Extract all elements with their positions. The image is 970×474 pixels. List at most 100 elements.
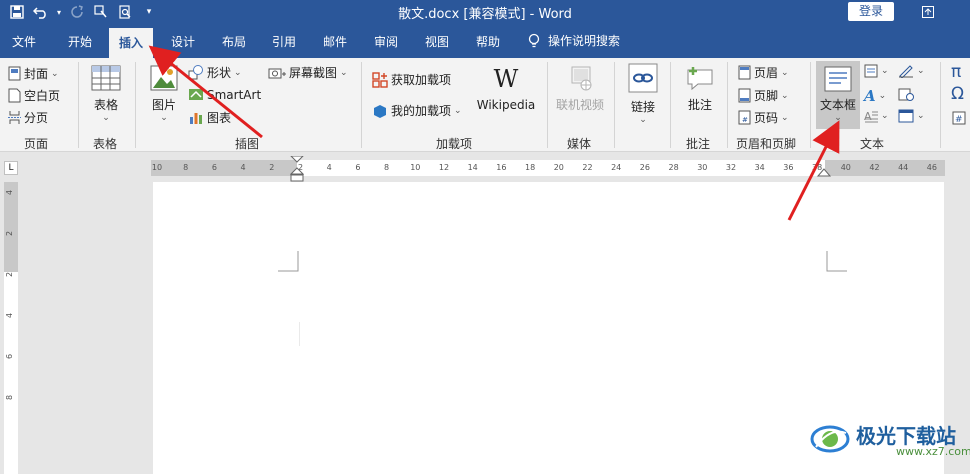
- signature-icon: [899, 65, 913, 78]
- screenshot-button[interactable]: 屏幕截图 ⌄: [268, 64, 348, 81]
- ruler-tick: 2: [5, 230, 15, 237]
- ribbon-display-options-icon[interactable]: [914, 2, 942, 22]
- page-number-button[interactable]: # 页码 ⌄: [738, 109, 789, 126]
- indent-marker-icon[interactable]: [290, 156, 304, 182]
- ruler-tick: 24: [611, 163, 622, 172]
- page-break-button[interactable]: 分页: [8, 109, 48, 126]
- ruler-area: L 10 8 6 4 2 2 4 6 8 10 12 14 16 18 20 22 24 26 28 30 32 34 36…: [0, 152, 970, 182]
- ruler-tick: 28: [668, 163, 679, 172]
- group-label-comments: 批注: [686, 137, 711, 151]
- pictures-label: 图片: [151, 98, 176, 112]
- object-button[interactable]: ⌄: [898, 109, 925, 123]
- online-video-icon: [571, 66, 592, 91]
- header-button[interactable]: 页眉 ⌄: [738, 64, 789, 81]
- chart-button[interactable]: 图表: [188, 109, 231, 126]
- ruler-tick: 4: [5, 312, 15, 319]
- pictures-button[interactable]: 图片 ⌄: [146, 64, 182, 123]
- tab-review[interactable]: 审阅: [374, 33, 398, 50]
- ruler-tick: 2: [269, 163, 275, 172]
- quick-parts-icon: [864, 64, 878, 78]
- wordart-icon: A: [864, 87, 876, 105]
- blank-page-label: 空白页: [24, 89, 61, 103]
- watermark: 极光下载站 www.xz7.com: [810, 420, 970, 458]
- get-addins-button[interactable]: 获取加载项: [372, 71, 451, 88]
- ruler-tick: 6: [5, 353, 15, 360]
- tab-help[interactable]: 帮助: [476, 33, 500, 50]
- footer-label: 页脚: [754, 89, 779, 103]
- group-label-tables: 表格: [93, 137, 118, 151]
- comment-label: 批注: [687, 98, 712, 112]
- table-label: 表格: [93, 98, 118, 112]
- ruler-tick: 30: [697, 163, 708, 172]
- smartart-label: SmartArt: [207, 87, 262, 102]
- header-icon: [738, 65, 751, 80]
- margin-corner-top-left: [278, 251, 299, 272]
- wikipedia-button[interactable]: W Wikipedia: [476, 66, 536, 112]
- online-video-button[interactable]: 联机视频: [554, 64, 606, 113]
- drop-cap-button[interactable]: A ⌄: [864, 109, 889, 123]
- my-addins-label: 我的加载项: [391, 104, 452, 118]
- ruler-tick: 26: [639, 163, 650, 172]
- footer-button[interactable]: 页脚 ⌄: [738, 87, 789, 104]
- drop-cap-icon: A: [864, 110, 878, 123]
- ruler-tick: 4: [5, 189, 15, 196]
- wordart-button[interactable]: A ⌄: [864, 87, 886, 105]
- signature-line-button[interactable]: ⌄: [898, 64, 925, 78]
- smartart-button[interactable]: SmartArt: [188, 87, 261, 102]
- table-button[interactable]: 表格 ⌄: [88, 64, 124, 123]
- cover-page-label: 封面: [24, 67, 49, 81]
- tab-selector[interactable]: L: [4, 161, 18, 175]
- tab-design[interactable]: 设计: [171, 33, 195, 50]
- ruler-tick: 20: [553, 163, 564, 172]
- cover-page-button[interactable]: 封面 ⌄: [8, 65, 59, 82]
- ruler-tick: 4: [240, 163, 246, 172]
- blank-page-icon: [8, 88, 21, 103]
- ruler-tick: 8: [5, 394, 15, 401]
- tab-home[interactable]: 开始: [68, 33, 92, 50]
- ruler-tick: 40: [840, 163, 851, 172]
- smartart-icon: [189, 89, 203, 100]
- blank-page-button[interactable]: 空白页: [8, 87, 60, 104]
- footer-icon: [738, 88, 751, 103]
- tab-file[interactable]: 文件: [12, 33, 36, 50]
- margin-corner-top-right: [826, 251, 847, 272]
- ruler-tick: 6: [211, 163, 217, 172]
- get-addins-icon: [372, 71, 388, 88]
- tab-insert[interactable]: 插入: [109, 28, 154, 58]
- symbol-button[interactable]: Ω: [951, 84, 964, 104]
- right-indent-marker-icon[interactable]: [817, 168, 831, 178]
- group-label-media: 媒体: [567, 137, 592, 151]
- document-title: 散文.docx [兼容模式] - Word: [398, 7, 572, 22]
- screenshot-icon: [268, 68, 286, 79]
- vertical-ruler[interactable]: 4 2 2 4 6 8: [4, 182, 18, 474]
- my-addins-button[interactable]: 我的加载项 ⌄: [372, 102, 462, 119]
- ruler-tick: 34: [754, 163, 765, 172]
- group-label-text: 文本: [860, 137, 885, 151]
- new-comment-button[interactable]: 批注: [680, 64, 720, 113]
- tab-view[interactable]: 视图: [425, 33, 449, 50]
- quick-parts-button[interactable]: ⌄: [864, 64, 889, 78]
- tell-me-search[interactable]: 操作说明搜索: [528, 32, 620, 49]
- tab-mailings[interactable]: 邮件: [323, 33, 347, 50]
- text-box-button[interactable]: 文本框 ⌄: [816, 61, 860, 129]
- header-label: 页眉: [754, 66, 779, 80]
- login-button[interactable]: 登录: [848, 2, 894, 21]
- ruler-tick: 6: [355, 163, 361, 172]
- screenshot-label: 屏幕截图: [289, 66, 338, 80]
- wikipedia-icon: W: [493, 65, 519, 93]
- date-time-button[interactable]: [898, 87, 914, 101]
- ribbon-insert: 封面 ⌄ 空白页 分页 页面 表格 ⌄ 表格 图片 ⌄ 形状 ⌄ SmartArt …: [0, 58, 970, 152]
- horizontal-ruler[interactable]: 10 8 6 4 2 2 4 6 8 10 12 14 16 18 20 22 24 26 28 30 32 34 36 38…: [151, 156, 945, 182]
- group-label-illustrations: 插图: [235, 137, 260, 151]
- page-break-label: 分页: [24, 111, 49, 125]
- svg-text:#: #: [955, 115, 963, 125]
- ruler-tick: 42: [869, 163, 880, 172]
- tab-layout[interactable]: 布局: [222, 33, 246, 50]
- tab-references[interactable]: 引用: [272, 33, 296, 50]
- equation-button[interactable]: π: [951, 62, 961, 82]
- svg-text:A: A: [864, 110, 872, 123]
- shapes-button[interactable]: 形状 ⌄: [188, 64, 242, 81]
- number-button[interactable]: #: [952, 111, 966, 125]
- link-button[interactable]: 链接 ⌄: [624, 63, 662, 125]
- ribbon-tabs: 文件 开始 插入 设计 布局 引用 邮件 审阅 视图 帮助 操作说明搜索: [0, 24, 970, 58]
